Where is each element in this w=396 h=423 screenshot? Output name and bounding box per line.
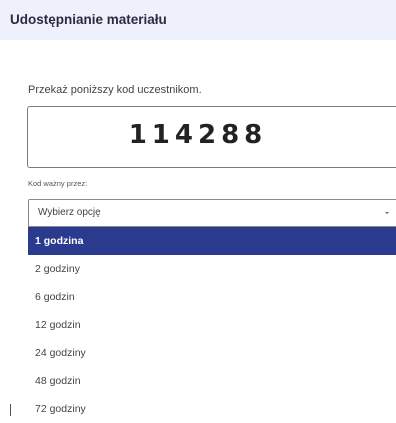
validity-select[interactable]: Wybierz opcję xyxy=(28,199,396,227)
chevron-down-icon xyxy=(385,212,389,214)
option-72-godziny[interactable]: 72 godziny xyxy=(28,395,396,423)
validity-options-list: 1 godzina 2 godziny 6 godzin 12 godzin 2… xyxy=(28,227,396,423)
option-12-godzin[interactable]: 12 godzin xyxy=(28,311,396,339)
dialog-title: Udostępnianie materiału xyxy=(10,12,167,27)
option-2-godziny[interactable]: 2 godziny xyxy=(28,255,396,283)
code-display-box: 114288 xyxy=(27,106,396,168)
dialog-header: Udostępnianie materiału xyxy=(0,0,396,40)
option-24-godziny[interactable]: 24 godziny xyxy=(28,339,396,367)
option-48-godzin[interactable]: 48 godzin xyxy=(28,367,396,395)
instruction-text: Przekaż poniższy kod uczestnikom. xyxy=(28,84,202,96)
option-6-godzin[interactable]: 6 godzin xyxy=(28,283,396,311)
access-code: 114288 xyxy=(128,120,268,150)
option-1-godzina[interactable]: 1 godzina xyxy=(28,227,396,255)
validity-select-label: Kod ważny przez: xyxy=(28,179,88,188)
divider xyxy=(10,404,11,416)
validity-select-value: Wybierz opcję xyxy=(38,207,101,218)
